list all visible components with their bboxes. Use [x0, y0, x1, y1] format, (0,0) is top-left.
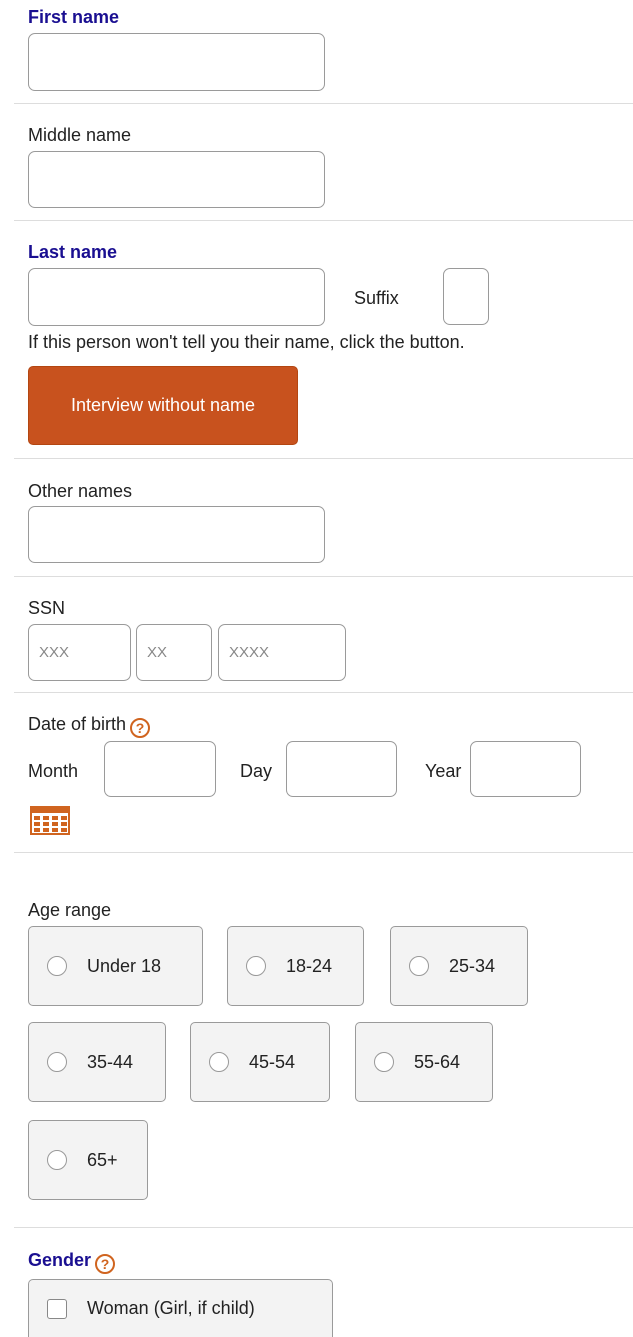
help-icon[interactable]: ?	[95, 1254, 116, 1274]
first-name-input[interactable]	[28, 33, 325, 91]
age-option-35-44[interactable]: 35-44	[28, 1022, 166, 1102]
radio-icon	[409, 956, 429, 976]
age-option-label: 18-24	[286, 955, 333, 976]
gender-label: Gender?	[28, 1249, 116, 1274]
age-option-label: Under 18	[87, 955, 162, 976]
gender-option-label: Woman (Girl, if child)	[87, 1298, 255, 1318]
age-option-label: 25-34	[449, 955, 496, 976]
help-icon[interactable]: ?	[130, 718, 151, 738]
divider	[14, 852, 633, 853]
ssn-label: SSN	[28, 598, 66, 618]
gender-label-text: Gender	[28, 1250, 92, 1270]
gender-option-woman[interactable]: Woman (Girl, if child)	[28, 1279, 333, 1337]
age-range-label: Age range	[28, 900, 112, 920]
divider	[14, 692, 633, 693]
age-option-label: 35-44	[87, 1051, 134, 1072]
middle-name-label: Middle name	[28, 125, 132, 145]
radio-icon	[246, 956, 266, 976]
dob-label: Date of birth?	[28, 713, 151, 738]
no-name-prompt: If this person won't tell you their name…	[28, 332, 465, 352]
age-option-label: 65+	[87, 1149, 118, 1170]
month-label: Month	[28, 761, 79, 781]
age-option-65-plus[interactable]: 65+	[28, 1120, 148, 1200]
day-input[interactable]	[286, 741, 397, 797]
radio-icon	[47, 1150, 67, 1170]
month-input[interactable]	[104, 741, 216, 797]
age-option-label: 55-64	[414, 1051, 461, 1072]
day-label: Day	[240, 761, 273, 781]
radio-icon	[209, 1052, 229, 1072]
age-option-under-18[interactable]: Under 18	[28, 926, 203, 1006]
ssn-part1-input[interactable]: XXX	[28, 624, 131, 681]
divider	[14, 1227, 633, 1228]
last-name-label: Last name	[28, 242, 118, 262]
ssn-part3-input[interactable]: XXXX	[218, 624, 346, 681]
year-label: Year	[425, 761, 462, 781]
other-names-input[interactable]	[28, 506, 325, 563]
divider	[14, 103, 633, 104]
last-name-input[interactable]	[28, 268, 325, 326]
age-option-55-64[interactable]: 55-64	[355, 1022, 493, 1102]
age-option-45-54[interactable]: 45-54	[190, 1022, 330, 1102]
age-option-label: 45-54	[249, 1051, 296, 1072]
radio-icon	[47, 956, 67, 976]
radio-icon	[47, 1052, 67, 1072]
checkbox-icon	[47, 1298, 67, 1319]
middle-name-input[interactable]	[28, 151, 325, 208]
divider	[14, 458, 633, 459]
calendar-icon[interactable]	[30, 805, 70, 835]
suffix-label: Suffix	[354, 288, 399, 308]
first-name-label: First name	[28, 7, 120, 27]
radio-icon	[374, 1052, 394, 1072]
year-input[interactable]	[470, 741, 581, 797]
ssn-part2-input[interactable]: XX	[136, 624, 212, 681]
divider	[14, 220, 633, 221]
dob-label-text: Date of birth	[28, 714, 127, 734]
age-option-25-34[interactable]: 25-34	[390, 926, 528, 1006]
divider	[14, 576, 633, 577]
age-option-18-24[interactable]: 18-24	[227, 926, 364, 1006]
interview-without-name-button[interactable]: Interview without name	[28, 366, 298, 445]
suffix-input[interactable]	[443, 268, 489, 325]
other-names-label: Other names	[28, 481, 133, 501]
